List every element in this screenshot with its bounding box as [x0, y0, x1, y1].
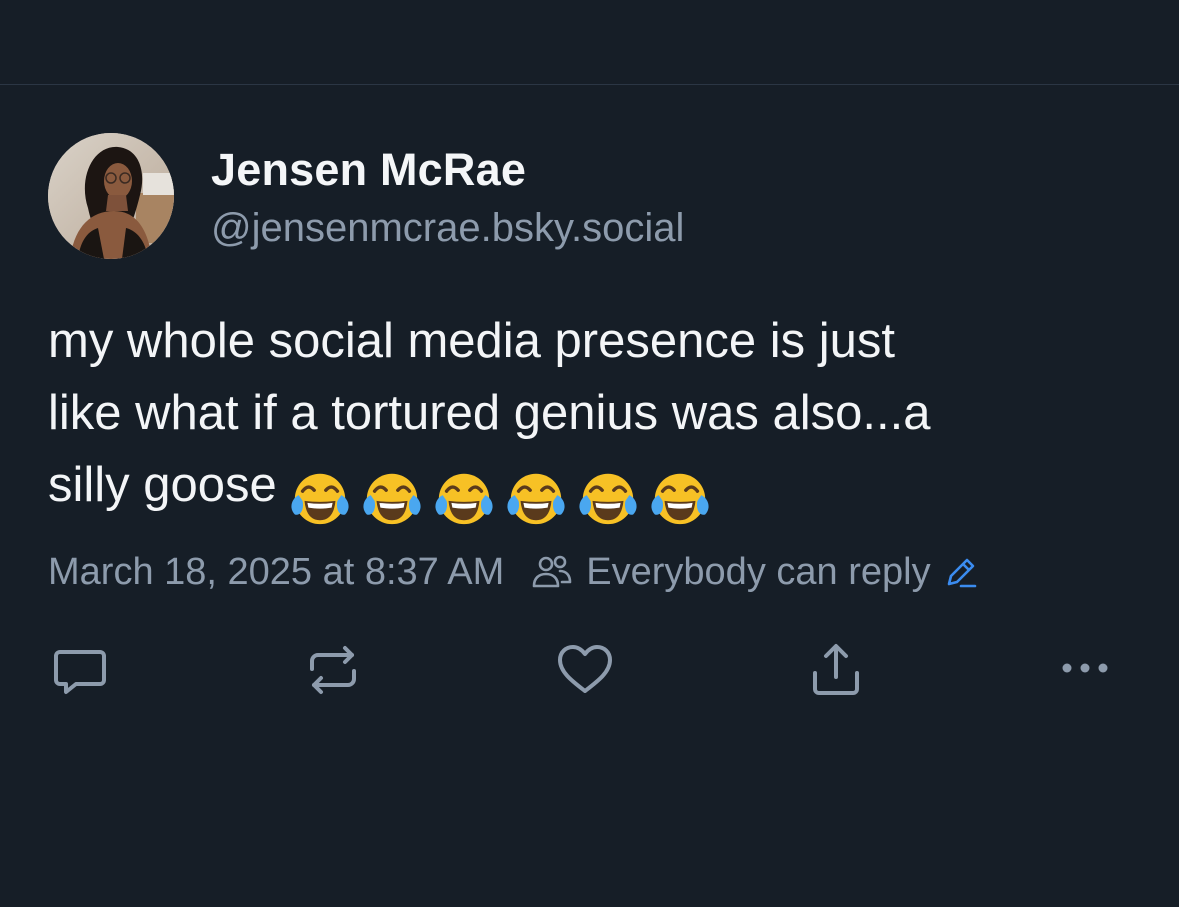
face-with-tears-of-joy-emoji [507, 473, 565, 525]
top-divider [0, 84, 1179, 85]
face-with-tears-of-joy-emoji [579, 473, 637, 525]
more-icon [1062, 663, 1108, 673]
heart-icon [558, 645, 612, 693]
face-with-tears-of-joy-emoji [651, 473, 709, 525]
post-text-line: my whole social media presence is just [48, 314, 895, 368]
handle[interactable]: @jensenmcrae.bsky.social [211, 206, 684, 251]
post-text-line: silly goose [48, 449, 1138, 530]
meta-row: March 18, 2025 at 8:37 AM Everybody can … [48, 548, 979, 596]
repost-button[interactable] [301, 638, 365, 702]
display-name[interactable]: Jensen McRae [211, 144, 526, 196]
like-button[interactable] [553, 638, 617, 702]
share-icon [813, 644, 859, 695]
share-button[interactable] [804, 638, 868, 702]
pencil-icon[interactable] [943, 554, 979, 590]
face-with-tears-of-joy-emoji [435, 473, 493, 525]
more-button[interactable] [1053, 638, 1117, 702]
reply-setting[interactable]: Everybody can reply [530, 550, 978, 594]
comment-icon [54, 650, 106, 694]
post-text: my whole social media presence is just l… [48, 305, 1138, 530]
reply-setting-label: Everybody can reply [586, 550, 931, 593]
post-text-line-text: silly goose [48, 458, 277, 512]
repost-icon [310, 646, 356, 694]
people-icon [532, 555, 572, 588]
face-with-tears-of-joy-emoji [363, 473, 421, 525]
post-text-line: like what if a tortured genius was also.… [48, 386, 931, 440]
reply-button[interactable] [48, 638, 112, 702]
emoji-row [289, 458, 721, 530]
timestamp: March 18, 2025 at 8:37 AM [48, 550, 505, 593]
avatar[interactable] [48, 133, 174, 259]
post-screen: Jensen McRae @jensenmcrae.bsky.social my… [0, 0, 1179, 907]
face-with-tears-of-joy-emoji [291, 473, 349, 525]
